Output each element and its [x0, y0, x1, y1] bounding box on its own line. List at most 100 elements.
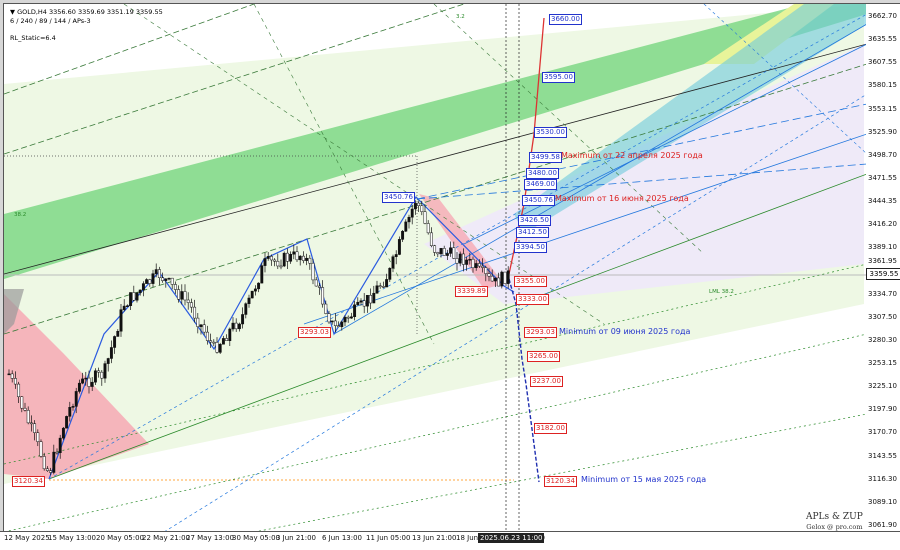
candle-body [308, 257, 312, 264]
price-tick: 3089.10 [868, 498, 897, 506]
line-label-382: 38.2 [14, 212, 27, 218]
candle-body [212, 341, 216, 344]
watermark-title: APLs & ZUP [806, 512, 863, 522]
price-tick: 3580.15 [868, 81, 897, 89]
candle-body [474, 263, 478, 269]
candle-body [132, 292, 136, 301]
candle-body [260, 265, 264, 284]
annotation-max-june: Maximum от 16 июня 2025 года [555, 194, 689, 203]
candle-body [385, 279, 389, 288]
level-3595: 3595.00 [542, 72, 575, 83]
level-3293: 3293.03 [524, 327, 557, 338]
candle-body [423, 211, 427, 224]
candle-body [276, 260, 280, 267]
time-scale[interactable]: 12 May 2025 15 May 13:00 20 May 05:00 22… [0, 531, 900, 550]
price-tick: 3444.35 [868, 197, 897, 205]
indicator-label: RL_Static=6.4 [10, 34, 56, 42]
candle-body [289, 253, 293, 262]
candle-body [52, 451, 56, 473]
candle-body [372, 292, 376, 304]
candle-body [84, 377, 88, 380]
candle-body [228, 328, 232, 341]
candle-body [340, 321, 344, 328]
candle-body [461, 253, 465, 265]
candle-body [93, 370, 97, 383]
candle-body [362, 300, 366, 307]
candle-body [391, 256, 395, 269]
candle-body [113, 336, 117, 348]
candle-body [452, 247, 456, 259]
candle-body [205, 331, 209, 341]
candle-body [404, 221, 408, 232]
candle-body [263, 258, 267, 266]
mark-3450: 3450.76 [382, 192, 415, 203]
candle-body [449, 247, 453, 254]
candle-body [199, 324, 203, 327]
candle-body [455, 258, 459, 264]
candle-body [330, 320, 334, 323]
annotation-max-april: Maximum от 22 апреля 2025 года [561, 151, 703, 160]
candle-body [269, 256, 273, 261]
candle-body [189, 302, 193, 308]
chart-area[interactable]: ▼ GOLD,H4 3356.60 3359.69 3351.19 3359.5… [3, 3, 868, 533]
price-tick: 3280.30 [868, 336, 897, 344]
candle-body [375, 285, 379, 294]
candle-body [90, 381, 94, 387]
candle-body [33, 423, 37, 433]
candle-body [490, 275, 494, 282]
chart-canvas[interactable] [4, 4, 867, 532]
candle-body [497, 277, 501, 287]
price-tick: 3116.30 [868, 475, 897, 483]
candle-body [484, 267, 488, 274]
candle-body [365, 295, 369, 307]
candle-body [433, 245, 437, 253]
candle-body [129, 292, 133, 306]
price-tick: 3635.55 [868, 35, 897, 43]
price-tick: 3471.55 [868, 174, 897, 182]
candle-body [298, 255, 302, 261]
candle-body [55, 451, 59, 454]
candle-body [71, 406, 75, 408]
candle-body [177, 289, 181, 300]
candle-body [193, 306, 197, 319]
time-tick: 30 May 05:00 [232, 534, 281, 542]
candle-body [87, 377, 91, 387]
price-tick: 3662.70 [868, 12, 897, 20]
candle-body [26, 410, 30, 424]
candle-body [68, 407, 72, 417]
candle-body [209, 340, 213, 343]
mark-3339: 3339.89 [455, 286, 488, 297]
candle-body [77, 382, 81, 392]
candle-body [343, 316, 347, 323]
chart-header: ▼ GOLD,H4 3356.60 3359.69 3351.19 3359.5… [10, 8, 163, 43]
candle-body [135, 292, 139, 301]
level-3237: 3237.00 [530, 376, 563, 387]
level-3499: 3499.58 [529, 152, 562, 163]
candle-body [388, 267, 392, 280]
candle-body [119, 309, 123, 332]
candle-body [442, 248, 446, 256]
candle-body [17, 383, 21, 398]
candle-body [106, 358, 110, 364]
level-3355: 3355.00 [514, 276, 547, 287]
candle-body [381, 286, 385, 288]
candle-body [369, 295, 373, 304]
candle-body [305, 257, 309, 261]
candle-body [148, 279, 152, 284]
candle-body [493, 277, 497, 282]
candle-body [407, 216, 411, 223]
candle-body [103, 363, 107, 379]
price-tick: 3553.15 [868, 105, 897, 113]
time-tick: 12 May 2025 [4, 534, 50, 542]
candle-body [321, 287, 325, 305]
candle-body [314, 279, 318, 287]
candle-body [401, 230, 405, 240]
time-tick: 6 Jun 13:00 [322, 534, 363, 542]
candle-body [247, 297, 251, 304]
price-tick: 3197.90 [868, 405, 897, 413]
candle-body [215, 342, 219, 353]
time-tick: 22 May 21:00 [142, 534, 191, 542]
annotation-min-june: Minimum от 09 июня 2025 года [559, 327, 691, 336]
candle-body [346, 316, 350, 319]
mark-3120: 3120.34 [12, 476, 45, 487]
